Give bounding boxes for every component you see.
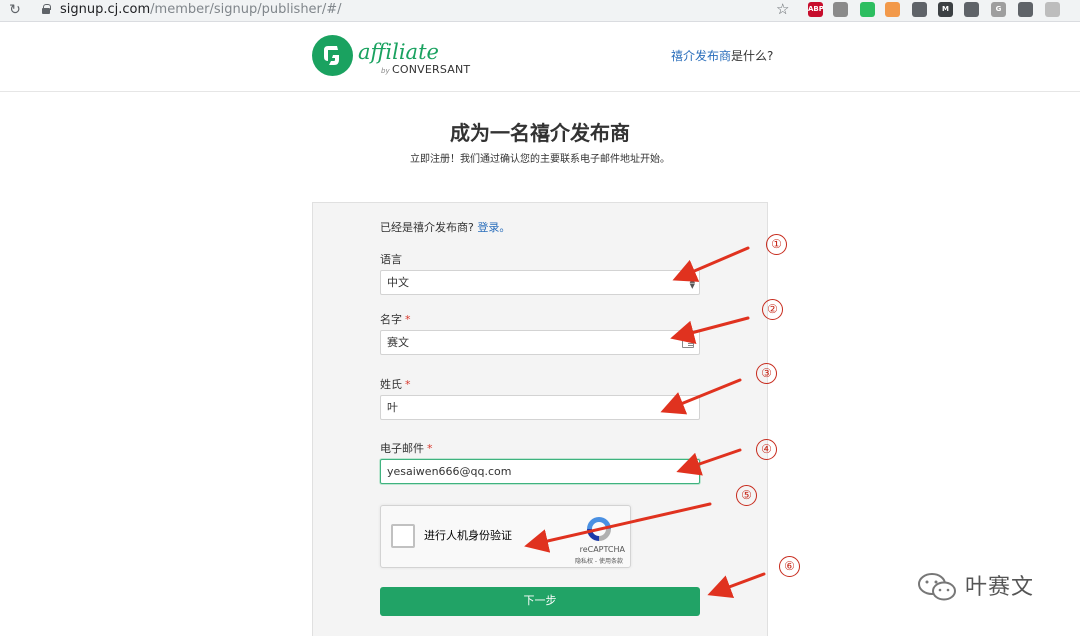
language-label: 语言	[380, 253, 402, 266]
annotation-3: ③	[756, 363, 777, 384]
url-text: signup.cj.com/member/signup/publisher/#/	[60, 2, 342, 17]
logo-brand-text: CONVERSANT	[392, 63, 471, 76]
extension-icon-10[interactable]	[1045, 2, 1060, 17]
page-title: 成为一名禧介发布商	[450, 121, 630, 145]
recaptcha-brand: reCAPTCHA	[579, 545, 625, 554]
browser-toolbar: ↻ signup.cj.com/member/signup/publisher/…	[0, 0, 1080, 22]
contact-card-icon[interactable]	[682, 338, 694, 348]
captcha-label: 进行人机身份验证	[424, 529, 512, 542]
lock-icon	[42, 4, 51, 14]
first-name-value: 赛文	[387, 336, 409, 349]
help-suffix: 是什么?	[731, 49, 774, 63]
evernote-icon[interactable]	[860, 2, 875, 17]
recaptcha-logo-icon	[587, 517, 611, 541]
language-select[interactable]: 中文 ▲ ▼	[380, 270, 700, 295]
select-arrows-icon: ▲ ▼	[689, 276, 695, 290]
address-bar[interactable]: signup.cj.com/member/signup/publisher/#/…	[30, 0, 800, 20]
grammarly-icon[interactable]: G	[991, 2, 1006, 17]
first-name-label: 名字 *	[380, 313, 411, 326]
recaptcha-terms-link[interactable]: 隐私权 - 使用条款	[381, 556, 623, 565]
camera-icon[interactable]	[912, 2, 927, 17]
logo-by-text: by	[381, 67, 390, 75]
extension-icon-4[interactable]	[885, 2, 900, 17]
page-subtitle: 立即注册！我们通过确认您的主要联系电子邮件地址开始。	[410, 154, 670, 165]
logo-wordmark: affiliate	[358, 40, 439, 64]
required-asterisk: *	[427, 442, 433, 455]
login-link[interactable]: 登录。	[477, 221, 510, 234]
extension-icon-2[interactable]	[833, 2, 848, 17]
recaptcha-widget: 进行人机身份验证 reCAPTCHA 隐私权 - 使用条款	[380, 505, 631, 568]
last-name-label: 姓氏 *	[380, 378, 411, 391]
abp-icon[interactable]: ABP	[808, 2, 824, 17]
annotation-6: ⑥	[779, 556, 800, 577]
email-input[interactable]: yesaiwen666@qq.com	[380, 459, 700, 484]
annotation-5: ⑤	[736, 485, 757, 506]
annotation-2: ②	[762, 299, 783, 320]
annotation-4: ④	[756, 439, 777, 460]
required-asterisk: *	[405, 313, 411, 326]
what-is-publisher: 禧介发布商是什么?	[671, 48, 773, 64]
required-asterisk: *	[405, 378, 411, 391]
annotation-1: ①	[766, 234, 787, 255]
first-name-input[interactable]: 赛文	[380, 330, 700, 355]
site-header: affiliate by CONVERSANT 禧介发布商是什么?	[0, 22, 1080, 92]
last-name-value: 叶	[387, 401, 398, 414]
already-publisher-text: 已经是禧介发布商? 登录。	[380, 221, 511, 234]
cj-logo-icon[interactable]	[312, 35, 353, 76]
gmail-icon[interactable]: M	[938, 2, 953, 17]
wechat-watermark-icon	[918, 573, 956, 601]
next-button[interactable]: 下一步	[380, 587, 700, 616]
robot-icon[interactable]	[1018, 2, 1033, 17]
language-value: 中文	[387, 276, 409, 289]
email-value: yesaiwen666@qq.com	[387, 465, 512, 478]
bookmark-star-icon[interactable]: ☆	[776, 0, 789, 18]
publisher-help-link[interactable]: 禧介发布商	[671, 49, 731, 63]
watermark-text: 叶赛文	[965, 575, 1035, 600]
last-name-input[interactable]: 叶	[380, 395, 700, 420]
extension-icon-7[interactable]	[964, 2, 979, 17]
reload-icon[interactable]: ↻	[7, 2, 23, 18]
email-label: 电子邮件 *	[380, 442, 433, 455]
